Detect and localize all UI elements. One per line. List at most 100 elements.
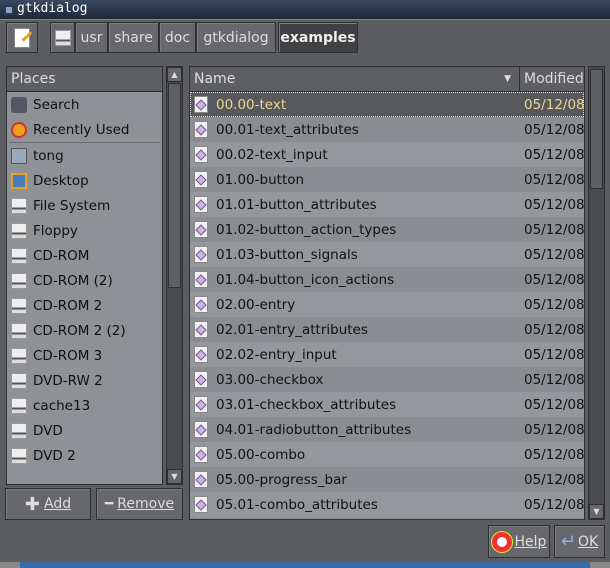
places-item-label: Recently Used — [33, 121, 130, 138]
places-item-label: File System — [33, 197, 111, 214]
drive-icon — [54, 29, 71, 46]
file-modified: 05/12/08 — [524, 321, 584, 338]
scroll-down-button[interactable]: ▼ — [589, 504, 604, 519]
file-name: 05.01-combo_attributes — [216, 496, 378, 513]
files-scrollbar[interactable]: ▼ — [588, 66, 605, 520]
file-row[interactable]: 03.00-checkbox 05/12/08 — [190, 367, 584, 392]
places-item[interactable]: DVD — [7, 418, 162, 443]
file-row[interactable]: 01.02-button_action_types 05/12/08 — [190, 217, 584, 242]
script-file-icon — [194, 221, 208, 238]
places-item[interactable]: CD-ROM 2 (2) — [7, 318, 162, 343]
crumb-root[interactable] — [50, 22, 75, 53]
script-file-icon — [194, 146, 208, 163]
file-row[interactable]: 02.02-entry_input 05/12/08 — [190, 342, 584, 367]
column-name-header[interactable]: Name ▼ — [194, 67, 520, 91]
remove-bookmark-button[interactable]: ━ Remove — [96, 488, 183, 520]
places-scrollbar[interactable]: ▲ ▼ — [166, 66, 183, 485]
file-row[interactable]: 00.01-text_attributes 05/12/08 — [190, 117, 584, 142]
crumb-usr[interactable]: usr — [75, 22, 108, 53]
file-row[interactable]: 05.01-combo_attributes 05/12/08 — [190, 492, 584, 517]
script-file-icon — [194, 171, 208, 188]
scroll-thumb[interactable] — [590, 69, 603, 189]
file-row[interactable]: 03.01-checkbox_attributes 05/12/08 — [190, 392, 584, 417]
places-item[interactable]: Floppy — [7, 218, 162, 243]
file-modified: 05/12/08 — [524, 146, 584, 163]
file-row[interactable]: 00.02-text_input 05/12/08 — [190, 142, 584, 167]
crumb-gtkdialog[interactable]: gtkdialog — [196, 22, 276, 53]
script-file-icon — [194, 196, 208, 213]
places-item[interactable]: File System — [7, 193, 162, 218]
drive-icon — [11, 347, 27, 364]
file-row[interactable]: 05.00-progress_bar 05/12/08 — [190, 467, 584, 492]
file-modified: 05/12/08 — [524, 221, 584, 238]
places-header[interactable]: Places — [7, 67, 162, 92]
file-row[interactable]: 02.01-entry_attributes 05/12/08 — [190, 317, 584, 342]
file-modified: 05/12/08 — [524, 446, 584, 463]
file-row[interactable]: 05.00-combo 05/12/08 — [190, 442, 584, 467]
places-item[interactable]: tong — [7, 143, 162, 168]
file-row[interactable]: 01.00-button 05/12/08 — [190, 167, 584, 192]
file-name: 02.02-entry_input — [216, 346, 337, 363]
file-row[interactable]: 00.00-text 05/12/08 — [190, 92, 584, 117]
script-file-icon — [194, 271, 208, 288]
file-name: 05.00-combo — [216, 446, 306, 463]
file-modified: 05/12/08 — [524, 271, 584, 288]
harddisk-icon — [11, 397, 27, 414]
file-modified: 05/12/08 — [524, 171, 584, 188]
places-item[interactable]: CD-ROM 2 — [7, 293, 162, 318]
places-item[interactable]: CD-ROM (2) — [7, 268, 162, 293]
drive-icon — [11, 447, 27, 464]
drive-icon — [11, 297, 27, 314]
crumb-share[interactable]: share — [108, 22, 159, 53]
edit-location-button[interactable] — [6, 22, 38, 53]
crumb-examples[interactable]: examples — [278, 22, 358, 53]
places-item[interactable]: CD-ROM 3 — [7, 343, 162, 368]
help-button[interactable]: Help — [488, 525, 550, 558]
places-item[interactable]: DVD 2 — [7, 443, 162, 468]
places-item-label: cache13 — [33, 397, 91, 414]
file-modified: 05/12/08 — [524, 296, 584, 313]
places-item-label: CD-ROM — [33, 247, 90, 264]
places-item[interactable]: Recently Used — [7, 117, 162, 142]
places-item[interactable]: cache13 — [7, 393, 162, 418]
drive-icon — [11, 222, 27, 239]
file-row[interactable]: 01.04-button_icon_actions 05/12/08 — [190, 267, 584, 292]
file-modified: 05/12/08 — [524, 471, 584, 488]
add-bookmark-button[interactable]: ✚ Add — [5, 488, 91, 520]
ok-button[interactable]: ↵ OK — [554, 525, 605, 558]
title-bar: gtkdialog — [0, 0, 610, 20]
file-row[interactable]: 01.03-button_signals 05/12/08 — [190, 242, 584, 267]
file-modified: 05/12/08 — [524, 396, 584, 413]
file-name: 02.01-entry_attributes — [216, 321, 368, 338]
file-modified: 05/12/08 — [524, 121, 584, 138]
crumb-doc[interactable]: doc — [159, 22, 196, 53]
file-name: 02.00-entry — [216, 296, 296, 313]
places-item[interactable]: CD-ROM — [7, 243, 162, 268]
places-item-label: DVD 2 — [33, 447, 76, 464]
drive-icon — [11, 247, 27, 264]
file-name: 01.00-button — [216, 171, 305, 188]
scroll-thumb[interactable] — [168, 83, 181, 288]
script-file-icon — [194, 321, 208, 338]
window-menu-icon[interactable] — [4, 5, 14, 15]
file-modified: 05/12/08 — [524, 96, 584, 113]
column-modified-header[interactable]: Modified — [520, 67, 584, 91]
places-item[interactable]: Search — [7, 92, 162, 117]
file-name: 03.00-checkbox — [216, 371, 324, 388]
places-item-label: tong — [33, 147, 64, 164]
file-row[interactable]: 04.01-radiobutton_attributes 05/12/08 — [190, 417, 584, 442]
scroll-down-button[interactable]: ▼ — [167, 469, 182, 484]
drive-icon — [11, 422, 27, 439]
script-file-icon — [194, 471, 208, 488]
desktop-icon — [11, 172, 27, 189]
places-item[interactable]: DVD-RW 2 — [7, 368, 162, 393]
places-item[interactable]: Desktop — [7, 168, 162, 193]
file-row[interactable]: 02.00-entry 05/12/08 — [190, 292, 584, 317]
drive-icon — [11, 372, 27, 389]
scroll-up-button[interactable]: ▲ — [167, 67, 182, 82]
drive-icon — [11, 322, 27, 339]
text-editor-icon — [14, 27, 33, 48]
file-row[interactable]: 01.01-button_attributes 05/12/08 — [190, 192, 584, 217]
places-item-label: CD-ROM 2 (2) — [33, 322, 126, 339]
binoculars-icon — [11, 96, 27, 113]
